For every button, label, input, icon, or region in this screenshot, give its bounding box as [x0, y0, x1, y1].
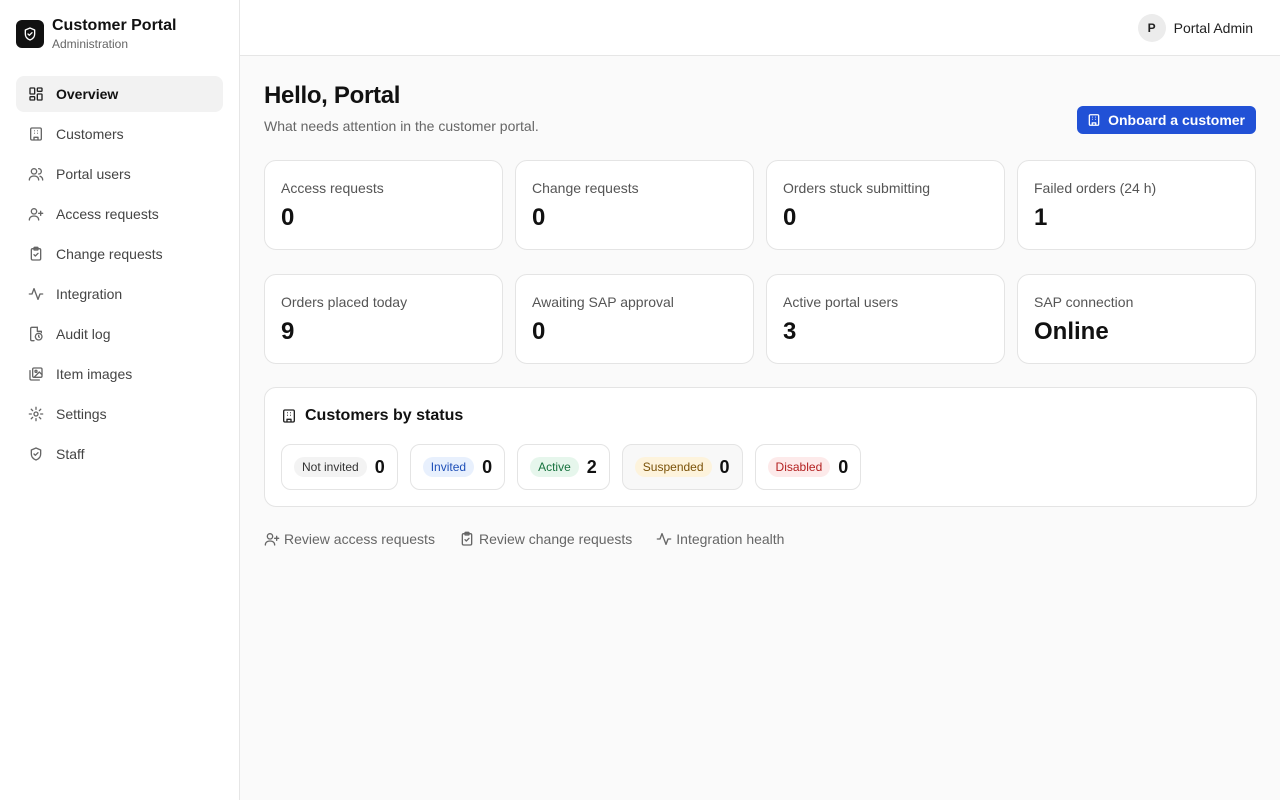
- sidebar-item-label: Portal users: [56, 166, 131, 182]
- stat-value: 0: [532, 318, 546, 345]
- stat-value: 0: [281, 204, 295, 231]
- sidebar-item-label: Settings: [56, 406, 107, 422]
- avatar: P: [1137, 14, 1166, 42]
- clipboard-check-icon: [461, 531, 473, 546]
- sidebar-item-access-requests[interactable]: Access requests: [16, 196, 223, 232]
- stat-value: 0: [783, 204, 797, 231]
- sidebar-nav: Overview Customers Portal users Access r…: [16, 76, 223, 476]
- stat-card-failed-orders[interactable]: Failed orders (24 h) 1: [1017, 160, 1256, 250]
- status-chips: Not invited 0 Invited 0 Active 2 Suspend…: [281, 444, 873, 490]
- stat-label: Awaiting SAP approval: [532, 294, 674, 310]
- shield-icon: [16, 20, 44, 48]
- user-name: Portal Admin: [1173, 20, 1253, 36]
- sidebar-item-label: Customers: [56, 126, 124, 142]
- sidebar-item-overview[interactable]: Overview: [16, 76, 223, 112]
- layout-grid-icon: [29, 87, 43, 101]
- activity-icon: [656, 533, 672, 545]
- stat-value: Online: [1034, 318, 1109, 345]
- sidebar-item-label: Audit log: [56, 326, 111, 342]
- review-access-requests-link[interactable]: Review access requests: [264, 531, 435, 547]
- stat-label: Failed orders (24 h): [1034, 180, 1157, 196]
- user-plus-icon: [28, 208, 44, 221]
- stat-card-awaiting-sap[interactable]: Awaiting SAP approval 0: [515, 274, 754, 364]
- status-badge: Not invited: [294, 457, 367, 477]
- brand[interactable]: Customer Portal Administration: [16, 16, 176, 51]
- brand-subtitle: Administration: [52, 37, 129, 51]
- status-count: 0: [482, 456, 493, 477]
- integration-health-link[interactable]: Integration health: [656, 531, 784, 547]
- shield-icon: [30, 447, 42, 461]
- customers-by-status-card: Customers by status Not invited 0 Invite…: [264, 387, 1257, 507]
- file-clock-icon: [30, 326, 43, 342]
- gear-icon: [28, 406, 44, 422]
- stat-card-change-requests[interactable]: Change requests 0: [515, 160, 754, 250]
- status-card-title: Customers by status: [281, 407, 463, 425]
- sidebar-item-label: Integration: [56, 286, 123, 302]
- quick-link-label: Integration health: [676, 531, 785, 547]
- page-title: Hello, Portal: [264, 82, 401, 109]
- sidebar-item-change-requests[interactable]: Change requests: [16, 236, 223, 272]
- status-badge: Active: [530, 457, 579, 477]
- status-chip-disabled[interactable]: Disabled 0: [754, 444, 862, 490]
- sidebar-item-settings[interactable]: Settings: [16, 396, 223, 432]
- users-icon: [28, 168, 44, 181]
- page-subtitle: What needs attention in the customer por…: [264, 118, 539, 134]
- sidebar-item-audit-log[interactable]: Audit log: [16, 316, 223, 352]
- review-change-requests-link[interactable]: Review change requests: [459, 531, 632, 547]
- stat-label: Change requests: [532, 180, 639, 196]
- user-menu[interactable]: P Portal Admin: [1137, 14, 1253, 42]
- stat-label: Access requests: [281, 180, 384, 196]
- stat-card-orders-stuck[interactable]: Orders stuck submitting 0: [766, 160, 1005, 250]
- activity-icon: [28, 288, 44, 300]
- images-icon: [29, 367, 43, 381]
- status-badge: Disabled: [767, 457, 831, 477]
- status-badge: Suspended: [634, 457, 712, 477]
- stat-card-orders-today[interactable]: Orders placed today 9: [264, 274, 503, 364]
- sidebar-item-label: Staff: [56, 446, 85, 462]
- sidebar-item-item-images[interactable]: Item images: [16, 356, 223, 392]
- stat-label: Orders placed today: [281, 294, 408, 310]
- sidebar-item-label: Change requests: [56, 246, 163, 262]
- sidebar-item-label: Item images: [56, 366, 133, 382]
- sidebar: Customer Portal Administration Overview …: [0, 0, 240, 800]
- status-chip-invited[interactable]: Invited 0: [409, 444, 506, 490]
- status-card-title-text: Customers by status: [305, 407, 464, 424]
- onboard-customer-button[interactable]: Onboard a customer: [1077, 106, 1256, 134]
- stat-card-active-users[interactable]: Active portal users 3: [766, 274, 1005, 364]
- sidebar-item-staff[interactable]: Staff: [16, 436, 223, 472]
- clipboard-check-icon: [30, 246, 42, 261]
- status-count: 0: [838, 456, 849, 477]
- stat-value: 1: [1034, 204, 1048, 231]
- quick-link-label: Review access requests: [284, 531, 435, 547]
- building-icon: [1088, 114, 1100, 126]
- status-chip-not-invited[interactable]: Not invited 0: [281, 444, 398, 490]
- stat-card-sap-connection[interactable]: SAP connection Online: [1017, 274, 1256, 364]
- sidebar-item-portal-users[interactable]: Portal users: [16, 156, 223, 192]
- status-count: 2: [586, 456, 597, 477]
- onboard-customer-label: Onboard a customer: [1108, 112, 1245, 128]
- status-chip-active[interactable]: Active 2: [517, 444, 610, 490]
- quick-links: Review access requests Review change req…: [264, 531, 808, 547]
- building-icon: [30, 127, 42, 141]
- status-badge: Invited: [422, 457, 475, 477]
- sidebar-item-integration[interactable]: Integration: [16, 276, 223, 312]
- building-icon: [283, 409, 295, 423]
- stat-value: 0: [532, 204, 546, 231]
- status-chip-suspended[interactable]: Suspended 0: [621, 444, 743, 490]
- stat-value: 9: [281, 318, 295, 345]
- sidebar-item-label: Overview: [56, 86, 119, 102]
- stat-card-access-requests[interactable]: Access requests 0: [264, 160, 503, 250]
- top-bar: P Portal Admin: [240, 0, 1280, 56]
- sidebar-item-customers[interactable]: Customers: [16, 116, 223, 152]
- stat-label: SAP connection: [1034, 294, 1134, 310]
- sidebar-item-label: Access requests: [56, 206, 159, 222]
- stat-label: Active portal users: [783, 294, 899, 310]
- quick-link-label: Review change requests: [478, 531, 633, 547]
- status-count: 0: [374, 456, 385, 477]
- user-plus-icon: [264, 533, 280, 546]
- stat-label: Orders stuck submitting: [783, 180, 931, 196]
- brand-title: Customer Portal: [52, 17, 177, 34]
- status-count: 0: [719, 456, 730, 477]
- stat-value: 3: [783, 318, 797, 345]
